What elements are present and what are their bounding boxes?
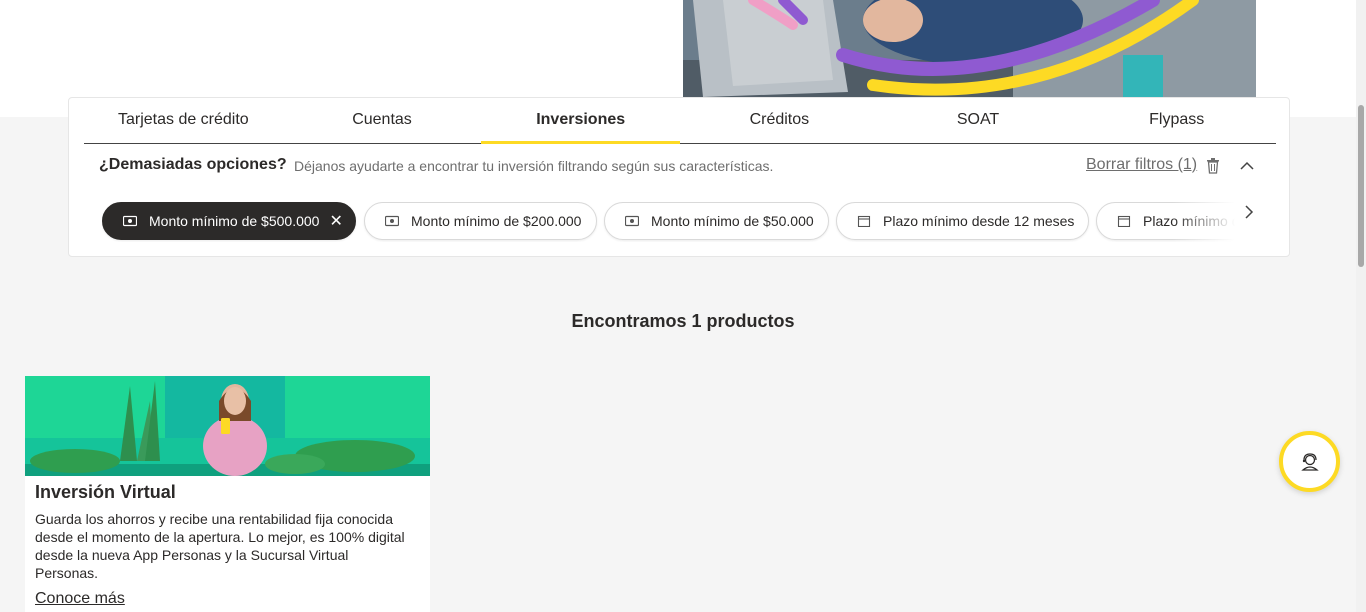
filter-description: Déjanos ayudarte a encontrar tu inversió… [294,158,774,174]
results-title: Encontramos 1 productos [571,311,795,331]
tab-cuentas[interactable]: Cuentas [283,98,482,143]
support-agent-icon [1300,452,1319,471]
filter-chip-plazo[interactable]: Plazo mínimo desde [1096,202,1262,240]
filter-chip-500000[interactable]: Monto mínimo de $500.000 ✕ [102,202,356,240]
clear-filters-link[interactable]: Borrar filtros (1) [1086,156,1197,174]
money-icon [625,215,639,227]
product-card: Inversión Virtual Guarda los ahorros y r… [25,376,430,612]
page-scrollbar[interactable] [1356,0,1366,612]
money-icon [123,215,137,227]
filter-chip-50000[interactable]: Monto mínimo de $50.000 [604,202,829,240]
chip-label: Monto mínimo de $50.000 [651,213,814,229]
filter-title: ¿Demasiadas opciones? [99,156,287,173]
filter-header: ¿Demasiadas opciones? Déjanos ayudarte a… [99,156,1259,178]
chip-label: Monto mínimo de $500.000 [149,213,320,229]
filter-panel: Tarjetas de crédito Cuentas Inversiones … [68,97,1290,257]
chip-label: Plazo mínimo desde 12 meses [883,213,1075,229]
tab-flypass[interactable]: Flypass [1077,98,1276,143]
filter-chip-200000[interactable]: Monto mínimo de $200.000 [364,202,597,240]
close-icon[interactable]: ✕ [329,211,342,231]
calendar-icon [857,215,871,227]
learn-more-link[interactable]: Conoce más [35,590,125,608]
chip-label: Monto mínimo de $200.000 [411,213,582,229]
category-tabs: Tarjetas de crédito Cuentas Inversiones … [84,98,1276,144]
product-title: Inversión Virtual [35,482,176,502]
tab-inversiones[interactable]: Inversiones [481,98,680,144]
money-icon [385,215,399,227]
tab-creditos[interactable]: Créditos [680,98,879,143]
tab-tarjetas-de-credito[interactable]: Tarjetas de crédito [84,98,283,143]
product-image [25,376,430,476]
chevron-right-icon[interactable] [1241,202,1257,222]
hero-image [683,0,1256,97]
chevron-up-icon[interactable] [1239,158,1255,174]
filter-chip-plazo-12-meses[interactable]: Plazo mínimo desde 12 meses [836,202,1089,240]
filter-chips: Monto mínimo de $500.000 ✕ Monto mínimo … [102,202,1262,242]
help-chat-button[interactable] [1279,431,1340,492]
calendar-icon [1117,215,1131,227]
product-description: Guarda los ahorros y recibe una rentabil… [35,511,405,581]
trash-icon[interactable] [1206,158,1220,174]
tab-soat[interactable]: SOAT [879,98,1078,143]
scrollbar-thumb[interactable] [1358,105,1364,267]
